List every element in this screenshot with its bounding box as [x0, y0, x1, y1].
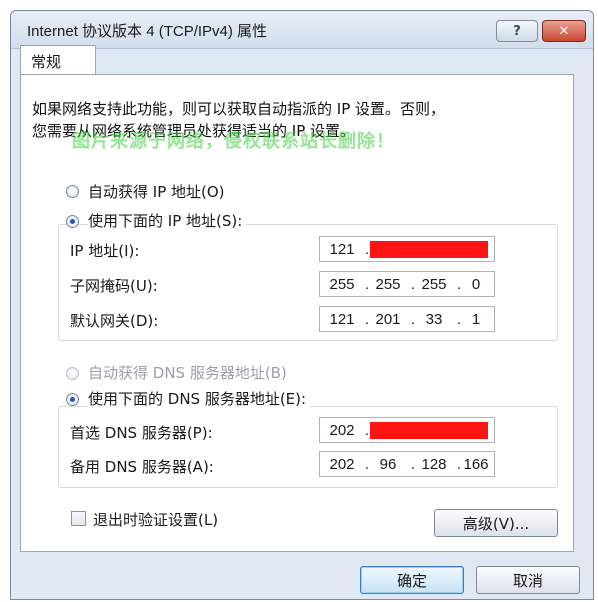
help-button[interactable]: ?: [496, 20, 538, 42]
description-line-1: 如果网络支持此功能，则可以获取自动指派的 IP 设置。否则，: [32, 100, 446, 118]
cancel-button[interactable]: 取消: [476, 566, 580, 594]
mask-octet-1: 255: [329, 276, 355, 293]
close-icon: ✕: [558, 23, 570, 39]
alt-dns-octet-3: 128: [421, 456, 447, 473]
gateway-octet-4: 1: [471, 311, 481, 328]
validate-checkbox[interactable]: [71, 511, 86, 526]
ip-address-label: IP 地址(I):: [70, 242, 140, 260]
manual-dns-label[interactable]: 使用下面的 DNS 服务器地址(E):: [88, 388, 311, 409]
preferred-dns-field[interactable]: 202 .: [319, 417, 495, 443]
alternate-dns-label: 备用 DNS 服务器(A):: [70, 458, 214, 476]
mask-octet-4: 0: [471, 276, 481, 293]
gateway-octet-1: 121: [329, 311, 355, 328]
gateway-field[interactable]: 121 . 201 . 33 . 1: [319, 306, 495, 332]
alternate-dns-field[interactable]: 202 . 96 . 128 . 166: [319, 451, 495, 477]
window-title: Internet 协议版本 4 (TCP/IPv4) 属性: [27, 23, 268, 40]
auto-ip-label[interactable]: 自动获得 IP 地址(O): [88, 181, 225, 202]
advanced-button[interactable]: 高级(V)...: [434, 509, 558, 537]
preferred-dns-octet-1: 202: [329, 422, 355, 439]
redacted-block: [370, 422, 488, 439]
alt-dns-octet-2: 96: [379, 456, 397, 473]
gateway-octet-2: 201: [375, 311, 401, 328]
watermark: 图片来源于网络，侵权联系站长删除！: [72, 131, 395, 152]
mask-octet-3: 255: [421, 276, 447, 293]
auto-dns-label[interactable]: 自动获得 DNS 服务器地址(B): [88, 362, 287, 383]
alt-dns-octet-1: 202: [329, 456, 355, 473]
gateway-octet-3: 33: [425, 311, 443, 328]
title-bar: Internet 协议版本 4 (TCP/IPv4) 属性 ? ✕: [11, 11, 593, 49]
ok-button[interactable]: 确定: [360, 566, 464, 594]
tab-general[interactable]: 常规: [20, 45, 96, 75]
redacted-block: [370, 241, 488, 258]
ip-octet-1: 121: [329, 241, 355, 258]
auto-dns-radio[interactable]: [66, 367, 79, 380]
manual-dns-radio[interactable]: [66, 393, 79, 406]
alt-dns-octet-4: 166: [463, 456, 489, 473]
subnet-mask-label: 子网掩码(U):: [70, 277, 158, 295]
ip-address-field[interactable]: 121 .: [319, 236, 495, 262]
auto-ip-radio[interactable]: [66, 185, 79, 198]
mask-octet-2: 255: [375, 276, 401, 293]
validate-label[interactable]: 退出时验证设置(L): [93, 509, 218, 530]
help-icon: ?: [513, 23, 521, 39]
close-button[interactable]: ✕: [542, 20, 586, 42]
subnet-mask-field[interactable]: 255 . 255 . 255 . 0: [319, 271, 495, 297]
manual-ip-radio[interactable]: [66, 215, 79, 228]
preferred-dns-label: 首选 DNS 服务器(P):: [70, 424, 213, 442]
gateway-label: 默认网关(D):: [70, 312, 159, 330]
manual-ip-label[interactable]: 使用下面的 IP 地址(S):: [88, 210, 247, 231]
